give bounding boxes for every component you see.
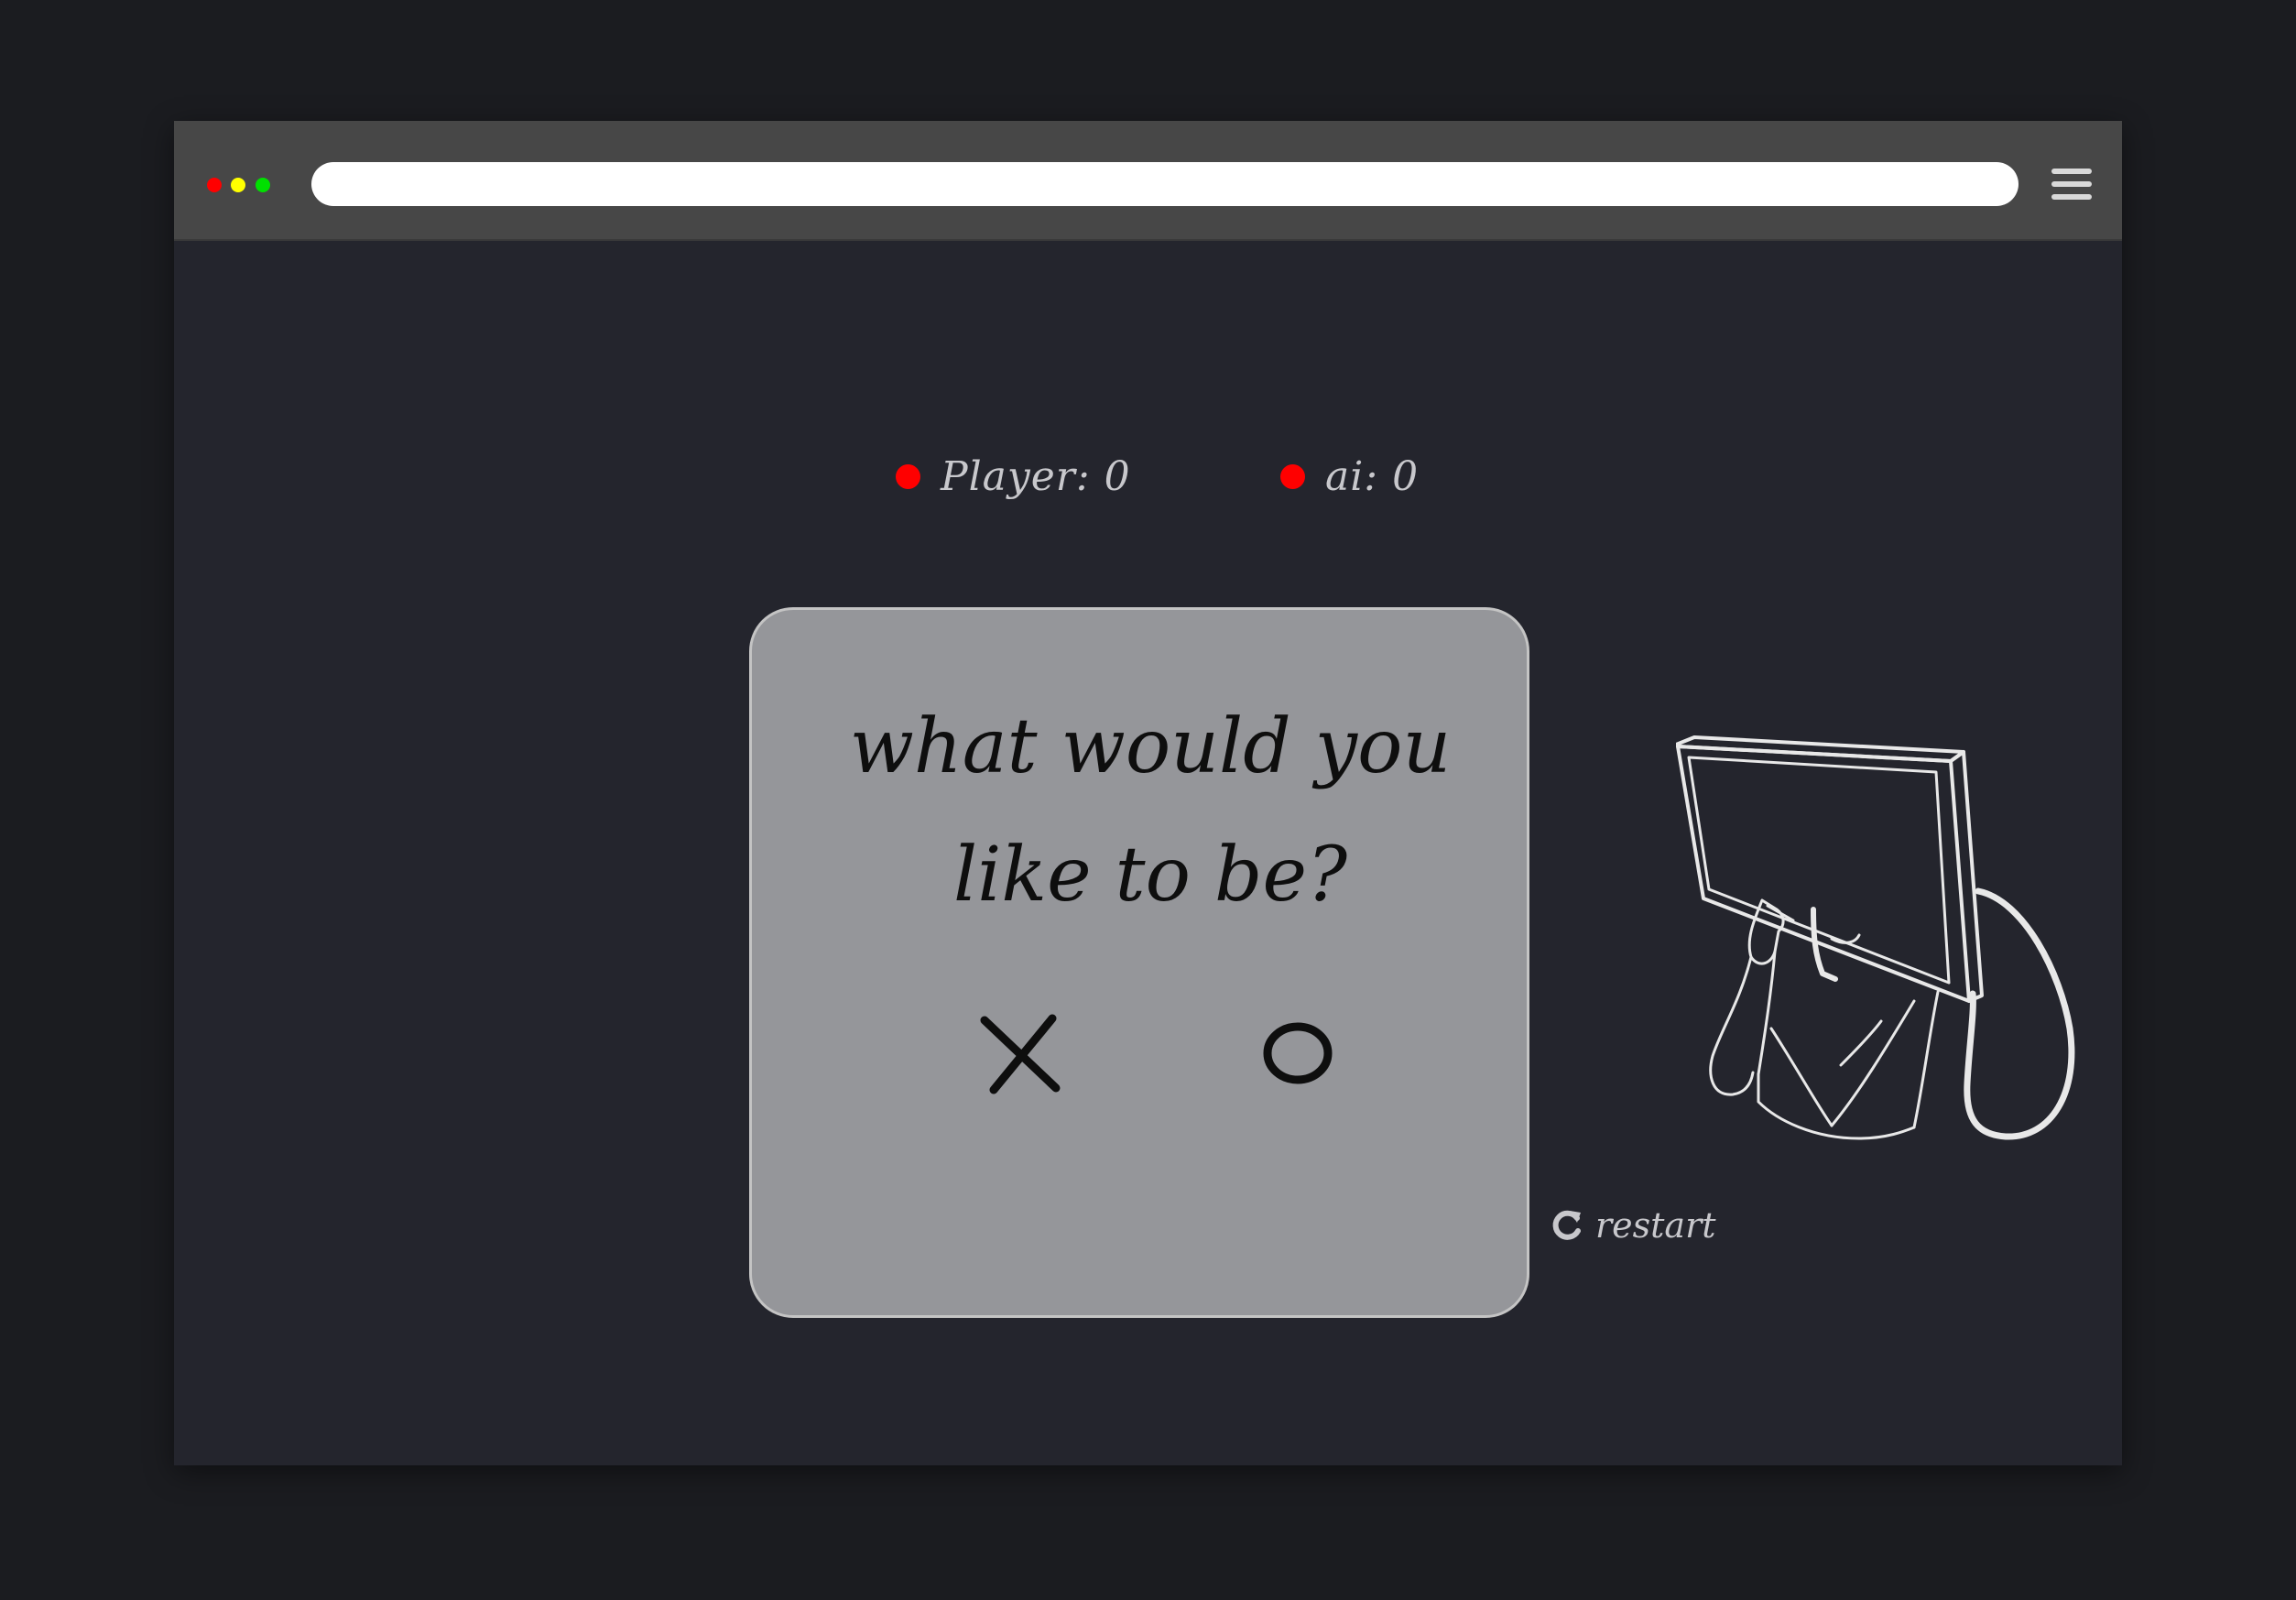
ai-score: ai: 0 [1280, 449, 1419, 504]
choose-symbol-dialog: what would you like to be? X O [749, 607, 1529, 1318]
address-bar[interactable] [311, 162, 2019, 206]
ai-score-label: ai: 0 [1325, 452, 1420, 500]
x-mark-icon: X [980, 1014, 1061, 1094]
game-area: Player: 0 ai: 0 what would you like to b… [174, 241, 2122, 1465]
choose-o-button[interactable]: O [1237, 995, 1356, 1114]
restart-label: restart [1595, 1205, 1716, 1246]
browser-titlebar [174, 121, 2122, 241]
hamburger-menu-icon[interactable] [2051, 167, 2092, 201]
ai-color-dot [1280, 463, 1305, 489]
o-mark-icon: O [1263, 1022, 1333, 1084]
person-holding-monitor-illustration [1674, 699, 2079, 1252]
player-score-label: Player: 0 [941, 452, 1131, 500]
player-score: Player: 0 [896, 449, 1131, 504]
choose-x-button[interactable]: X [963, 995, 1082, 1114]
close-window-dot[interactable] [207, 178, 222, 192]
browser-window: Player: 0 ai: 0 what would you like to b… [174, 121, 2122, 1465]
maximize-window-dot[interactable] [256, 178, 270, 192]
restart-button[interactable]: restart [1548, 1203, 1716, 1248]
player-color-dot [896, 463, 920, 489]
dialog-question: what would you like to be? [849, 703, 1452, 919]
minimize-window-dot[interactable] [231, 178, 245, 192]
refresh-icon [1548, 1207, 1584, 1244]
